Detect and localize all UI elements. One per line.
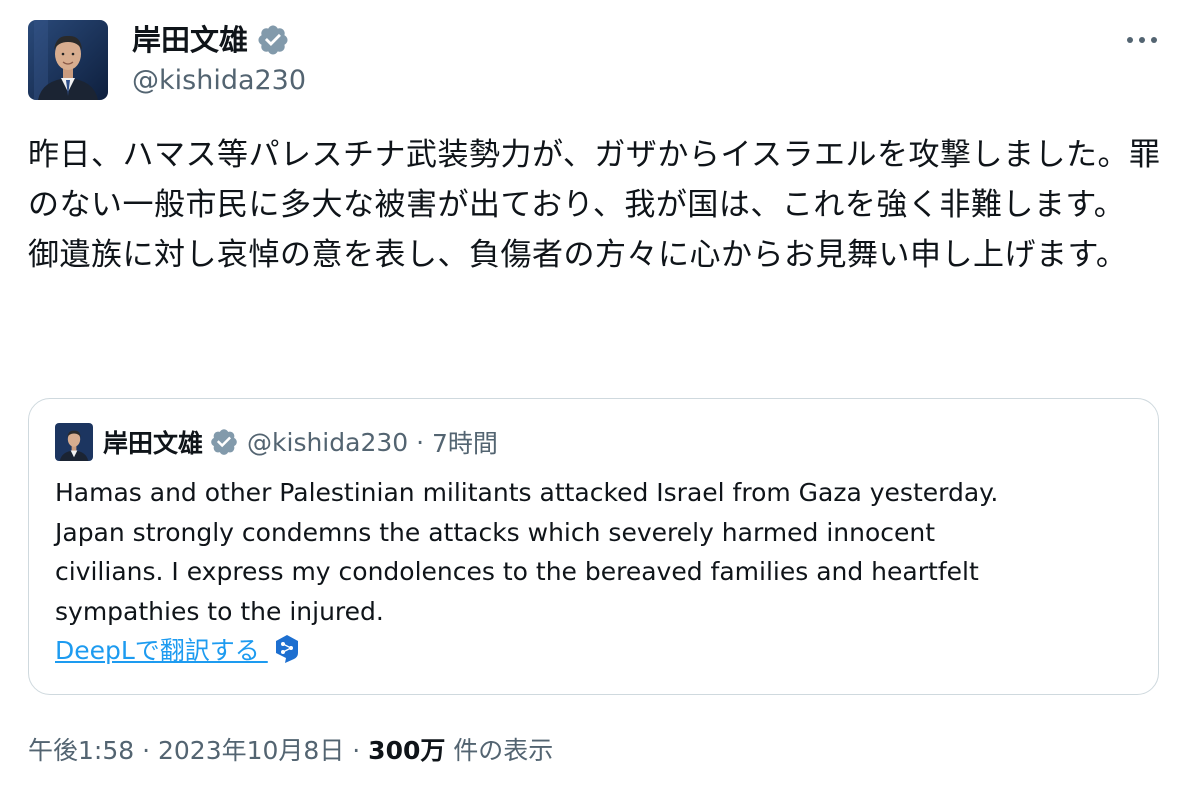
quoted-meta-separator: · <box>408 427 433 457</box>
tweet-time[interactable]: 午後1:58 <box>28 733 134 769</box>
tweet-card: 岸田文雄 @kishida230 昨日、ハマス等パレスチナ武装勢力が、ガザからイ… <box>0 0 1192 800</box>
author-display-name[interactable]: 岸田文雄 <box>132 22 248 58</box>
author-handle[interactable]: @kishida230 <box>132 64 306 98</box>
verified-badge-icon[interactable] <box>256 23 290 57</box>
views-label: 件の表示 <box>445 736 554 765</box>
views-count[interactable]: 300万 <box>368 733 445 769</box>
quoted-author-avatar[interactable] <box>55 423 93 461</box>
quoted-tweet-header: 岸田文雄 @kishida230 · 7時間 <box>55 421 498 463</box>
translate-row: DeepLで翻訳する <box>55 631 300 667</box>
quoted-tweet-text: Hamas and other Palestinian militants at… <box>55 478 999 626</box>
footer-separator: · <box>134 736 158 765</box>
quoted-tweet-time[interactable]: 7時間 <box>432 424 498 460</box>
quoted-author-display-name[interactable]: 岸田文雄 <box>103 424 203 460</box>
author-name-row: 岸田文雄 <box>132 22 290 58</box>
quoted-verified-badge-icon <box>209 427 239 457</box>
tweet-text: 昨日、ハマス等パレスチナ武装勢力が、ガザからイスラエルを攻撃しました。罪のない一… <box>28 137 1161 273</box>
quoted-avatar-image <box>55 423 93 461</box>
quoted-author-handle[interactable]: @kishida230 <box>247 428 408 457</box>
footer-separator-2: · <box>344 736 369 765</box>
author-avatar[interactable] <box>28 20 108 100</box>
tweet-footer: 午後1:58 · 2023年10月8日 · 300万 件の表示 <box>28 733 553 769</box>
translate-link[interactable]: DeepLで翻訳する <box>55 631 268 667</box>
more-options-icon <box>1127 37 1157 43</box>
quoted-tweet[interactable]: 岸田文雄 @kishida230 · 7時間 Hamas and other P… <box>28 398 1159 695</box>
more-options-button[interactable] <box>1122 26 1162 54</box>
tweet-date[interactable]: 2023年10月8日 <box>158 733 344 769</box>
avatar-image <box>28 20 108 100</box>
deepl-icon[interactable] <box>274 634 300 664</box>
